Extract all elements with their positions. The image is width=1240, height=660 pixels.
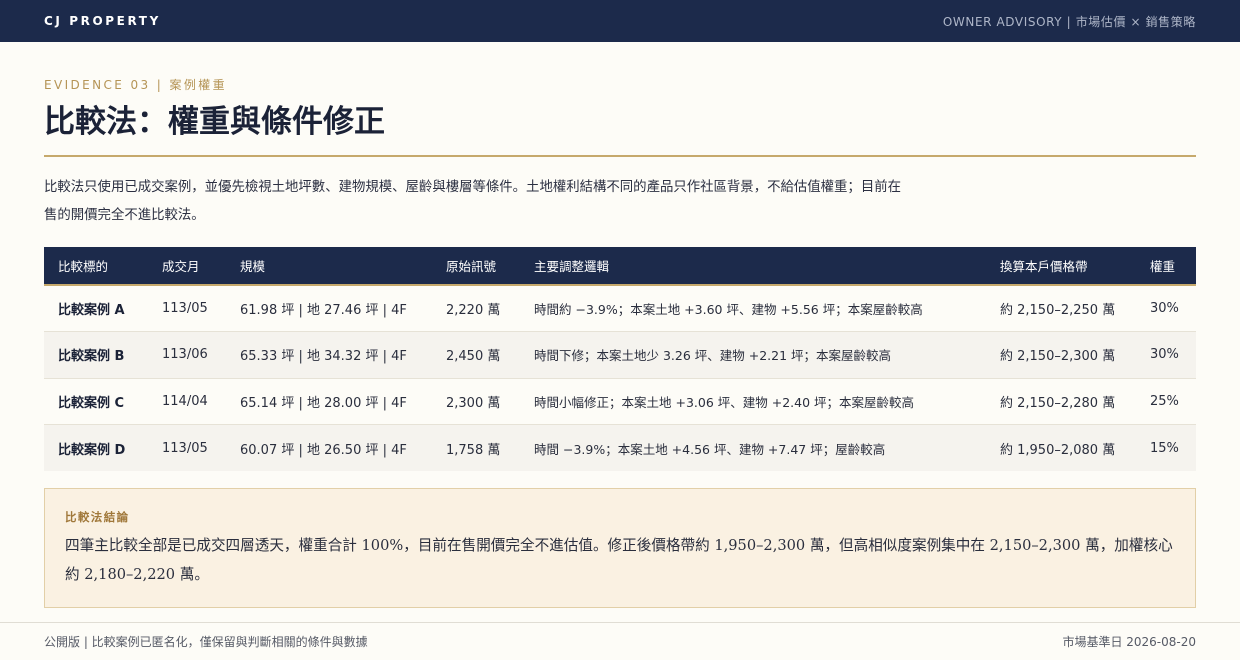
conclusion-text: 四筆主比較全部是已成交四層透天，權重合計 100%，目前在售開價完全不進估值。修…: [65, 537, 1173, 583]
cell-weight: 30%: [1150, 301, 1179, 316]
cell-weight: 15%: [1150, 440, 1179, 456]
cell-scale: 65.14 坪 | 地 28.00 坪 | 4F: [240, 395, 407, 411]
header-tagline: OWNER ADVISORY | 市場估價 × 銷售策略: [942, 14, 1196, 29]
cell-weight: 30%: [1150, 347, 1179, 363]
cell-signal: 2,450 萬: [446, 349, 501, 365]
comparison-table: 比較標的 成交月 規模 原始訊號 主要調整邏輯 換算本戶價格帶 權重 比較案例 …: [44, 247, 1196, 471]
column-header-signal: 原始訊號: [432, 247, 520, 286]
table-row: 比較案例 A 113/05 61.98 坪 | 地 27.46 坪 | 4F 2…: [44, 285, 1196, 332]
column-header-case: 比較標的: [44, 247, 148, 286]
cell-adjustment: 時間下修；本案土地少 3.26 坪、建物 +2.21 坪；本案屋齡較高: [534, 348, 892, 364]
column-header-scale: 規模: [226, 247, 432, 286]
top-bar: CJ PROPERTY OWNER ADVISORY | 市場估價 × 銷售策略: [0, 0, 1240, 42]
cell-scale: 61.98 坪 | 地 27.46 坪 | 4F: [240, 303, 407, 318]
cell-signal: 2,300 萬: [446, 395, 501, 411]
cell-case: 比較案例 C: [58, 395, 125, 411]
page-title: 比較法：權重與條件修正: [44, 104, 385, 140]
cell-month: 113/05: [162, 440, 208, 456]
main-content: EVIDENCE 03 | 案例權重 比較法：權重與條件修正 比較法只使用已成交…: [0, 77, 1240, 608]
cell-scale: 60.07 坪 | 地 26.50 坪 | 4F: [240, 442, 407, 458]
cell-adjustment: 時間約 −3.9%；本案土地 +3.60 坪、建物 +5.56 坪；本案屋齡較高: [534, 302, 923, 317]
cell-month: 113/06: [162, 347, 208, 363]
cell-price-band: 約 2,150–2,250 萬: [1000, 303, 1116, 318]
table-row: 比較案例 D 113/05 60.07 坪 | 地 26.50 坪 | 4F 1…: [44, 424, 1196, 471]
market-date: 市場基準日 2026-08-20: [1062, 635, 1196, 649]
column-header-month: 成交月: [148, 247, 226, 286]
section-eyebrow: EVIDENCE 03 | 案例權重: [44, 78, 228, 92]
cell-month: 114/04: [162, 393, 208, 409]
cell-signal: 1,758 萬: [446, 442, 501, 458]
title-divider: [44, 155, 1196, 157]
brand-logo-text: CJ PROPERTY: [44, 14, 161, 28]
cell-case: 比較案例 A: [58, 303, 125, 318]
conclusion-label: 比較法結論: [65, 510, 130, 524]
cell-case: 比較案例 D: [58, 442, 126, 458]
footer-disclaimer: 公開版 | 比較案例已匿名化，僅保留與判斷相關的條件與數據: [44, 635, 368, 649]
column-header-weight: 權重: [1136, 247, 1196, 286]
cell-adjustment: 時間小幅修正；本案土地 +3.06 坪、建物 +2.40 坪；本案屋齡較高: [534, 394, 915, 410]
conclusion-box: 比較法結論 四筆主比較全部是已成交四層透天，權重合計 100%，目前在售開價完全…: [44, 488, 1196, 608]
cell-price-band: 約 1,950–2,080 萬: [1000, 442, 1116, 458]
page-footer: 公開版 | 比較案例已匿名化，僅保留與判斷相關的條件與數據 市場基準日 2026…: [0, 622, 1240, 660]
column-header-price-band: 換算本戶價格帶: [986, 247, 1136, 286]
cell-month: 113/05: [162, 301, 208, 316]
cell-scale: 65.33 坪 | 地 34.32 坪 | 4F: [240, 349, 407, 365]
cell-weight: 25%: [1150, 393, 1179, 409]
intro-paragraph: 比較法只使用已成交案例，並優先檢視土地坪數、建物規模、屋齡與樓層等條件。土地權利…: [44, 180, 901, 223]
cell-price-band: 約 2,150–2,300 萬: [1000, 349, 1116, 365]
column-header-adjustment: 主要調整邏輯: [520, 247, 986, 286]
table-row: 比較案例 C 114/04 65.14 坪 | 地 28.00 坪 | 4F 2…: [44, 378, 1196, 425]
table-body: 比較案例 A 113/05 61.98 坪 | 地 27.46 坪 | 4F 2…: [44, 285, 1196, 471]
table-header: 比較標的 成交月 規模 原始訊號 主要調整邏輯 換算本戶價格帶 權重: [44, 247, 1196, 286]
cell-adjustment: 時間 −3.9%；本案土地 +4.56 坪、建物 +7.47 坪；屋齡較高: [534, 441, 886, 457]
table-row: 比較案例 B 113/06 65.33 坪 | 地 34.32 坪 | 4F 2…: [44, 331, 1196, 378]
cell-case: 比較案例 B: [58, 349, 125, 365]
cell-signal: 2,220 萬: [446, 303, 501, 318]
cell-price-band: 約 2,150–2,280 萬: [1000, 395, 1116, 411]
